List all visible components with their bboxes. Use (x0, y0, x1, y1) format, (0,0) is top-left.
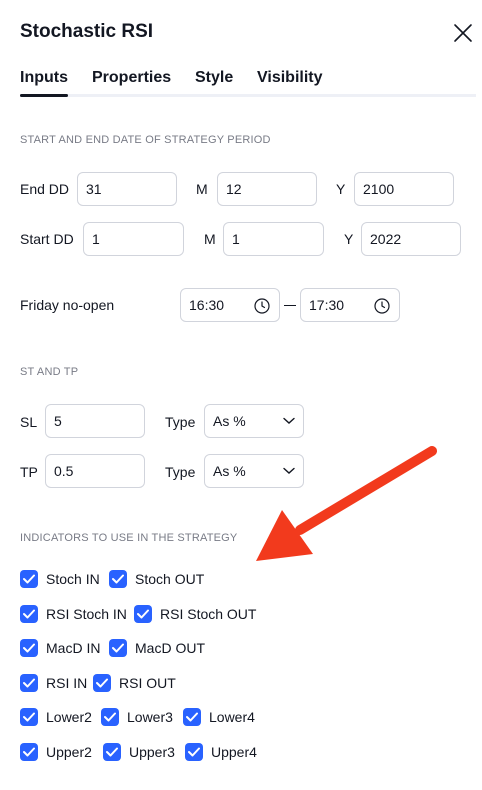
checkbox-label[interactable]: Stoch IN (46, 571, 100, 587)
checkbox-label[interactable]: Stoch OUT (135, 571, 204, 587)
check-icon (186, 712, 198, 722)
friday-from-value: 16:30 (189, 297, 225, 313)
tp-type-value: As % (213, 463, 246, 479)
check-icon (96, 678, 108, 688)
end-y-input[interactable] (354, 172, 454, 206)
sl-label: SL (20, 414, 38, 430)
check-icon (188, 747, 200, 757)
checkbox-label[interactable]: Upper2 (46, 744, 92, 760)
checkbox-upper3[interactable] (103, 743, 121, 761)
start-dd-label: Start DD (20, 231, 74, 247)
checkbox-label[interactable]: MacD OUT (135, 640, 205, 656)
checkbox-label[interactable]: RSI OUT (119, 675, 176, 691)
chevron-down-icon (283, 467, 295, 474)
check-icon (112, 643, 124, 653)
end-y-label: Y (336, 181, 346, 197)
checkbox-label[interactable]: Upper4 (211, 744, 257, 760)
clock-icon (254, 298, 270, 314)
section-heading-dates: START AND END DATE OF STRATEGY PERIOD (20, 134, 271, 146)
close-button[interactable] (452, 22, 474, 44)
friday-no-open-label: Friday no-open (20, 297, 115, 313)
annotation-arrow-icon (256, 446, 437, 561)
close-icon (454, 24, 472, 42)
tab-visibility[interactable]: Visibility (257, 69, 323, 87)
checkbox-upper2[interactable] (20, 743, 38, 761)
check-icon (23, 747, 35, 757)
checkbox-label[interactable]: Lower4 (209, 709, 255, 725)
check-icon (106, 747, 118, 757)
check-icon (23, 712, 35, 722)
checkbox-lower3[interactable] (101, 708, 119, 726)
friday-from-time[interactable]: 16:30 (180, 288, 280, 322)
clock-icon (374, 298, 390, 314)
tp-type-select[interactable]: As % (204, 454, 304, 488)
sl-type-label: Type (165, 414, 196, 430)
checkbox-rsi-out[interactable] (93, 674, 111, 692)
checkbox-label[interactable]: Lower3 (127, 709, 173, 725)
checkbox-label[interactable]: Lower2 (46, 709, 92, 725)
section-heading-indicators: INDICATORS TO USE IN THE STRATEGY (20, 532, 238, 544)
start-y-label: Y (344, 231, 354, 247)
start-m-label: M (204, 231, 216, 247)
end-dd-label: End DD (20, 181, 70, 197)
check-icon (23, 574, 35, 584)
tp-input[interactable] (45, 454, 145, 488)
checkbox-label[interactable]: MacD IN (46, 640, 100, 656)
check-icon (112, 574, 124, 584)
check-icon (23, 678, 35, 688)
checkbox-label[interactable]: RSI Stoch IN (46, 606, 127, 622)
tab-style[interactable]: Style (195, 69, 233, 87)
end-m-label: M (196, 181, 208, 197)
sl-type-select[interactable]: As % (204, 404, 304, 438)
start-y-input[interactable] (361, 222, 461, 256)
checkbox-macd-in[interactable] (20, 639, 38, 657)
checkbox-rsi-in[interactable] (20, 674, 38, 692)
tab-inputs[interactable]: Inputs (20, 69, 68, 87)
check-icon (23, 609, 35, 619)
checkbox-rsi-stoch-out[interactable] (134, 605, 152, 623)
sl-input[interactable] (45, 404, 145, 438)
section-heading-st-tp: ST AND TP (20, 366, 79, 378)
end-m-input[interactable] (217, 172, 317, 206)
checkbox-label[interactable]: Upper3 (129, 744, 175, 760)
tabs-divider (20, 94, 476, 97)
active-tab-indicator (20, 94, 68, 97)
sl-type-value: As % (213, 413, 246, 429)
check-icon (23, 643, 35, 653)
checkbox-macd-out[interactable] (109, 639, 127, 657)
tp-type-label: Type (165, 464, 196, 480)
friday-to-value: 17:30 (309, 297, 345, 313)
check-icon (137, 609, 149, 619)
checkbox-lower2[interactable] (20, 708, 38, 726)
tp-label: TP (20, 464, 38, 480)
time-range-dash (284, 305, 296, 306)
checkbox-upper4[interactable] (185, 743, 203, 761)
friday-to-time[interactable]: 17:30 (300, 288, 400, 322)
checkbox-rsi-stoch-in[interactable] (20, 605, 38, 623)
check-icon (104, 712, 116, 722)
tab-properties[interactable]: Properties (92, 69, 171, 87)
end-dd-input[interactable] (77, 172, 177, 206)
checkbox-stoch-in[interactable] (20, 570, 38, 588)
checkbox-lower4[interactable] (183, 708, 201, 726)
checkbox-stoch-out[interactable] (109, 570, 127, 588)
start-dd-input[interactable] (83, 222, 184, 256)
checkbox-label[interactable]: RSI IN (46, 675, 87, 691)
checkbox-label[interactable]: RSI Stoch OUT (160, 606, 256, 622)
dialog-title: Stochastic RSI (20, 21, 154, 42)
start-m-input[interactable] (223, 222, 324, 256)
chevron-down-icon (283, 417, 295, 424)
